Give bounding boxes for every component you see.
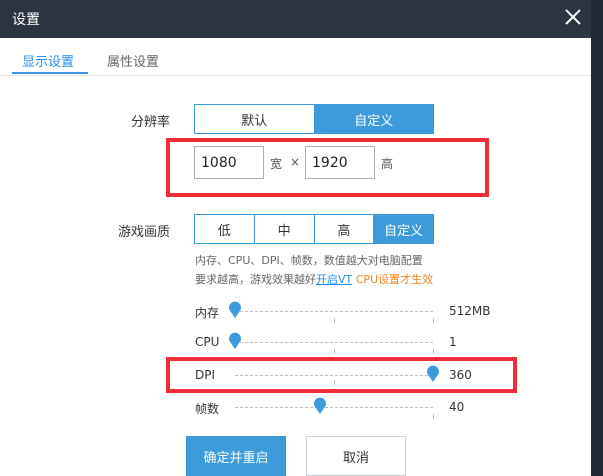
quality-option-high[interactable]: 高	[313, 215, 374, 243]
tab-display-settings[interactable]: 显示设置	[22, 51, 74, 70]
enable-vt-link[interactable]: 开启VT	[316, 273, 352, 286]
slider-tick	[334, 349, 335, 354]
slider-thumb-memory[interactable]	[228, 301, 242, 319]
slider-tick	[433, 349, 434, 354]
resolution-option-custom[interactable]: 自定义	[313, 105, 433, 133]
quality-selector: 低 中 高 自定义	[194, 214, 434, 244]
window-title: 设置	[12, 12, 40, 28]
quality-option-medium[interactable]: 中	[253, 215, 314, 243]
slider-thumb-dpi[interactable]	[426, 365, 440, 383]
slider-thumb-cpu[interactable]	[228, 332, 242, 350]
slider-label-fps: 帧数	[195, 402, 220, 416]
slider-value-fps: 40	[449, 400, 465, 414]
quality-info-line1: 内存、CPU、DPI、帧数，数值越大对电脑配置	[195, 254, 423, 267]
resolution-option-default[interactable]: 默认	[195, 105, 314, 133]
slider-tick	[334, 318, 335, 323]
slider-tick	[433, 414, 434, 419]
tab-bar: 显示设置 属性设置	[0, 38, 591, 76]
times-symbol: ×	[290, 155, 301, 169]
resolution-label: 分辨率	[131, 115, 171, 130]
slider-track-fps[interactable]	[235, 407, 433, 408]
quality-info-line2: 要求越高，游戏效果越好开启VT CPU设置才生效	[195, 271, 433, 287]
slider-value-memory: 512MB	[449, 304, 491, 318]
slider-track-cpu[interactable]	[235, 342, 433, 343]
slider-label-memory: 内存	[195, 306, 220, 320]
height-unit-label: 高	[381, 157, 394, 171]
height-input[interactable]: 1920	[305, 146, 375, 179]
settings-dialog: 设置 显示设置 属性设置 分辨率 默认 自定义 1080 宽 × 1920 高 …	[0, 0, 591, 476]
background-edge	[591, 0, 603, 476]
title-bar: 设置	[0, 0, 591, 38]
cancel-button[interactable]: 取消	[306, 436, 406, 476]
active-tab-underline	[12, 72, 88, 74]
slider-tick	[433, 318, 434, 323]
slider-tick	[334, 380, 335, 385]
slider-label-cpu: CPU	[195, 335, 220, 349]
slider-value-dpi: 360	[449, 368, 472, 382]
quality-label: 游戏画质	[118, 225, 171, 240]
quality-option-custom[interactable]: 自定义	[373, 215, 433, 243]
quality-info-note: CPU设置才生效	[355, 273, 434, 286]
slider-track-dpi[interactable]	[235, 375, 433, 376]
quality-info-text: 要求越高，游戏效果越好	[195, 273, 316, 286]
width-unit-label: 宽	[270, 157, 283, 171]
slider-track-memory[interactable]	[235, 311, 433, 312]
slider-value-cpu: 1	[449, 335, 457, 349]
close-icon[interactable]	[562, 6, 584, 28]
slider-label-dpi: DPI	[195, 368, 216, 382]
confirm-restart-button[interactable]: 确定并重启	[186, 436, 286, 476]
resolution-selector: 默认 自定义	[194, 104, 434, 134]
tab-property-settings[interactable]: 属性设置	[107, 51, 159, 70]
slider-thumb-fps[interactable]	[313, 397, 327, 415]
width-input[interactable]: 1080	[194, 146, 264, 179]
quality-option-low[interactable]: 低	[195, 215, 254, 243]
